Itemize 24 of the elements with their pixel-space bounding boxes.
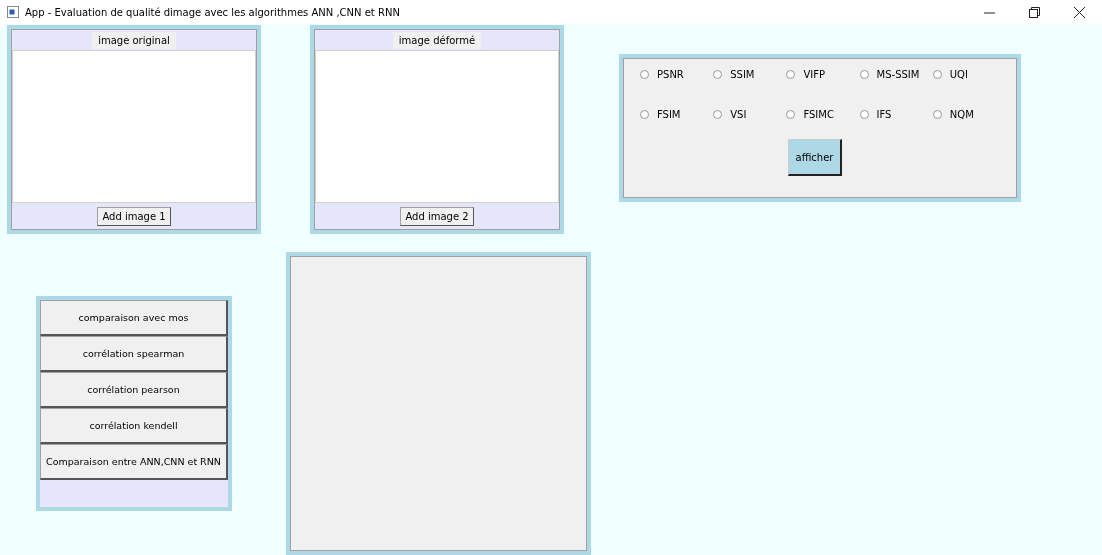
radio-option[interactable]: VIFP bbox=[786, 67, 860, 81]
add-image-button[interactable]: Add image 1 bbox=[97, 206, 171, 226]
radio-option[interactable]: NQM bbox=[932, 107, 1006, 121]
action-button[interactable]: corrélation spearman bbox=[40, 336, 228, 372]
restore-icon[interactable] bbox=[1029, 6, 1040, 18]
panel-label: image déformé bbox=[392, 31, 482, 49]
action-button[interactable]: corrélation pearson bbox=[40, 372, 228, 408]
radio-option[interactable]: IFS bbox=[859, 107, 933, 121]
radio-option[interactable]: FSIM bbox=[640, 107, 714, 121]
close-icon[interactable] bbox=[1074, 6, 1085, 18]
radio-option[interactable]: FSIMC bbox=[786, 107, 860, 121]
action-button[interactable]: Comparaison entre ANN,CNN et RNN bbox=[40, 444, 228, 480]
action-button[interactable]: comparaison avec mos bbox=[40, 300, 228, 336]
window-title: App - Evaluation de qualité dimage avec les algorithmes ANN ,CNN et RNN bbox=[25, 6, 400, 18]
radio-option[interactable]: SSIM bbox=[713, 67, 787, 81]
panel-label: image original bbox=[92, 31, 176, 49]
add-image-button[interactable]: Add image 2 bbox=[400, 206, 474, 226]
action-button[interactable]: corrélation kendell bbox=[40, 408, 228, 444]
radio-option[interactable]: VSI bbox=[713, 107, 787, 121]
radio-option[interactable]: MS-SSIM bbox=[859, 67, 933, 81]
radio-option[interactable]: PSNR bbox=[640, 67, 714, 81]
radio-option[interactable]: UQI bbox=[932, 67, 1006, 81]
app-icon bbox=[7, 6, 19, 18]
show-button[interactable]: afficher bbox=[788, 139, 842, 176]
